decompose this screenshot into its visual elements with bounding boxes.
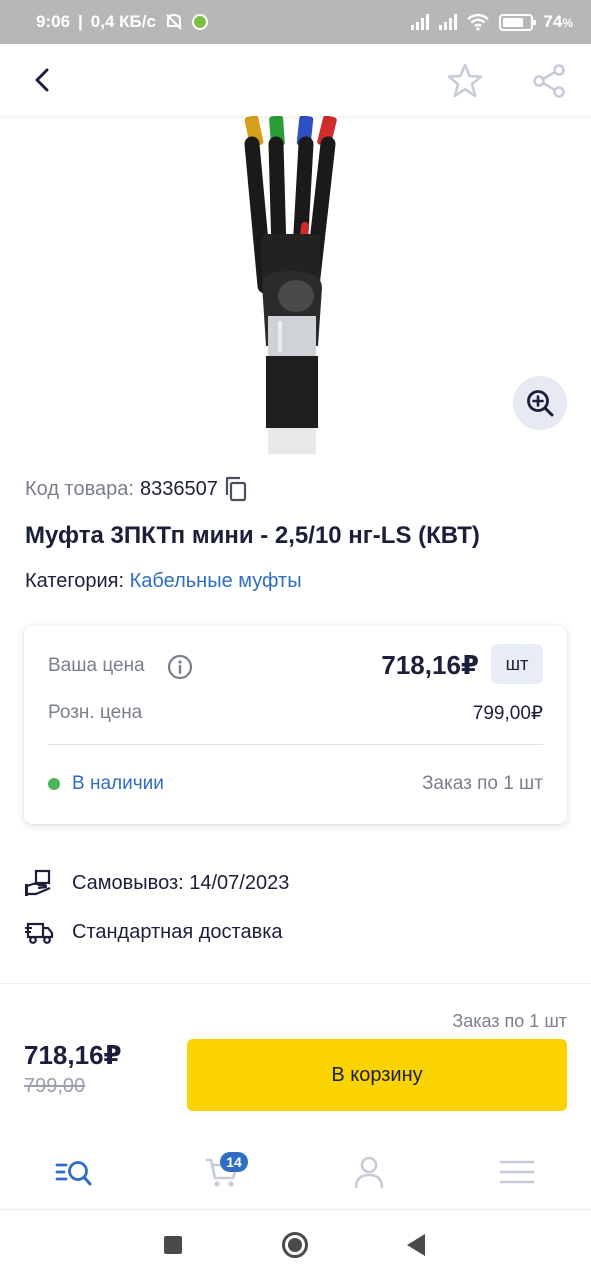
- profile-icon: [354, 1156, 384, 1189]
- price-card: Ваша цена 718,16₽ шт Розн. цена 799,00₽ …: [24, 626, 567, 824]
- menu-icon: [499, 1160, 535, 1184]
- app-header: [0, 44, 591, 116]
- system-nav-bar: [0, 1210, 591, 1280]
- product-image[interactable]: [0, 116, 591, 454]
- product-category: Категория: Кабельные муфты: [25, 570, 302, 593]
- battery-icon: [499, 13, 537, 31]
- zoom-in-icon: [527, 390, 554, 417]
- order-multiplicity: Заказ по 1 шт: [421, 773, 543, 794]
- buy-bar-old-price: 799,00: [24, 1075, 86, 1097]
- signal-icon: [411, 14, 430, 30]
- standard-delivery-row: Стандартная доставка: [24, 917, 283, 947]
- mute-icon: [166, 13, 182, 30]
- stock-status: В наличии: [48, 773, 164, 795]
- retail-price-label: Розн. цена: [48, 702, 143, 723]
- home-icon[interactable]: [282, 1232, 308, 1258]
- tab-profile[interactable]: [347, 1150, 391, 1194]
- status-time: 9:06: [36, 12, 71, 31]
- unit-selector[interactable]: шт: [491, 644, 543, 684]
- cable-sleeve-photo: [244, 116, 337, 454]
- star-outline-icon: [447, 63, 483, 98]
- pickup-text: Самовывоз: 14/07/2023: [72, 871, 290, 894]
- category-link[interactable]: Кабельные муфты: [130, 570, 302, 592]
- app-notification-icon: [191, 14, 208, 30]
- zoom-button[interactable]: [513, 376, 567, 430]
- pickup-icon: [25, 869, 51, 896]
- battery-percent: 74%: [543, 12, 573, 31]
- recents-icon[interactable]: [164, 1236, 182, 1254]
- buy-bar-price: 718,16₽: [24, 1040, 122, 1070]
- back-button[interactable]: [26, 64, 58, 96]
- code-label: Код товара:: [25, 477, 134, 500]
- cart-badge: 14: [220, 1152, 248, 1172]
- your-price-label: Ваша цена: [48, 655, 145, 676]
- category-label: Категория:: [25, 570, 125, 592]
- chevron-left-icon: [35, 68, 49, 92]
- delivery-truck-icon: [25, 922, 54, 944]
- catalog-search-icon: [55, 1161, 92, 1186]
- your-price: 718,16₽: [381, 650, 479, 680]
- wifi-icon: [467, 13, 490, 31]
- standard-delivery-text: Стандартная доставка: [72, 920, 283, 943]
- buy-bar-order-note: Заказ по 1 шт: [452, 1011, 567, 1031]
- status-speed: 0,4 КБ/с: [90, 12, 156, 31]
- share-button[interactable]: [530, 62, 568, 100]
- pickup-row: Самовывоз: 14/07/2023: [24, 868, 289, 898]
- product-code: Код товара: 8336507: [25, 476, 248, 502]
- code-value: 8336507: [139, 477, 218, 500]
- favorite-button[interactable]: [446, 62, 484, 100]
- add-to-cart-button[interactable]: В корзину: [187, 1039, 567, 1111]
- copy-icon[interactable]: [224, 476, 248, 502]
- tab-catalog[interactable]: [52, 1150, 96, 1194]
- tab-bar: 14: [0, 1136, 591, 1210]
- stock-status-text: В наличии: [72, 773, 164, 794]
- info-icon[interactable]: [167, 654, 193, 680]
- retail-price: 799,00₽: [472, 703, 543, 724]
- status-bar: 9:06 | 0,4 КБ/с 74%: [0, 0, 591, 44]
- tab-menu[interactable]: [495, 1150, 539, 1194]
- section-divider: [0, 983, 591, 984]
- divider: [48, 744, 543, 745]
- share-icon: [533, 64, 565, 98]
- product-title: Муфта 3ПКТп мини - 2,5/10 нг-LS (КВТ): [25, 522, 480, 549]
- back-triangle-icon[interactable]: [407, 1234, 425, 1256]
- in-stock-dot-icon: [48, 778, 60, 790]
- signal-icon-2: [439, 14, 458, 30]
